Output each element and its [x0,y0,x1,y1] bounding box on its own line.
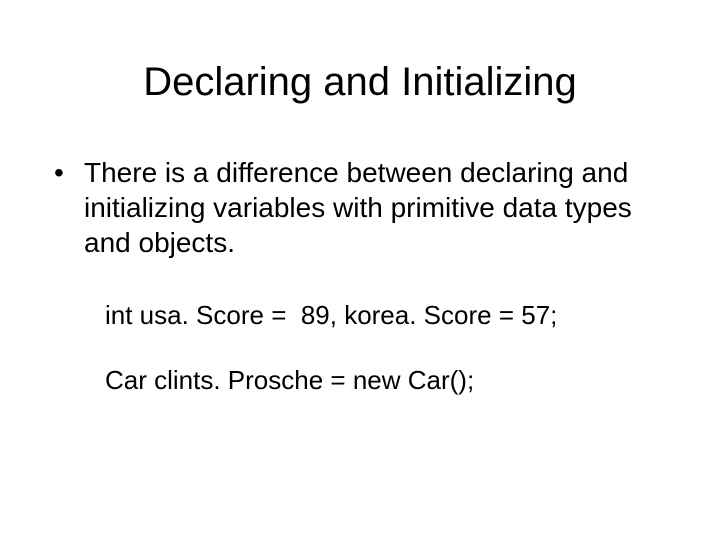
bullet-marker: • [50,155,84,190]
slide: Declaring and Initializing • There is a … [0,0,720,540]
code-line-2: Car clints. Prosche = new Car(); [105,365,670,396]
slide-title: Declaring and Initializing [50,60,670,105]
code-line-1: int usa. Score = 89, korea. Score = 57; [105,300,670,331]
bullet-text: There is a difference between declaring … [84,155,670,260]
bullet-item: • There is a difference between declarin… [50,155,670,260]
